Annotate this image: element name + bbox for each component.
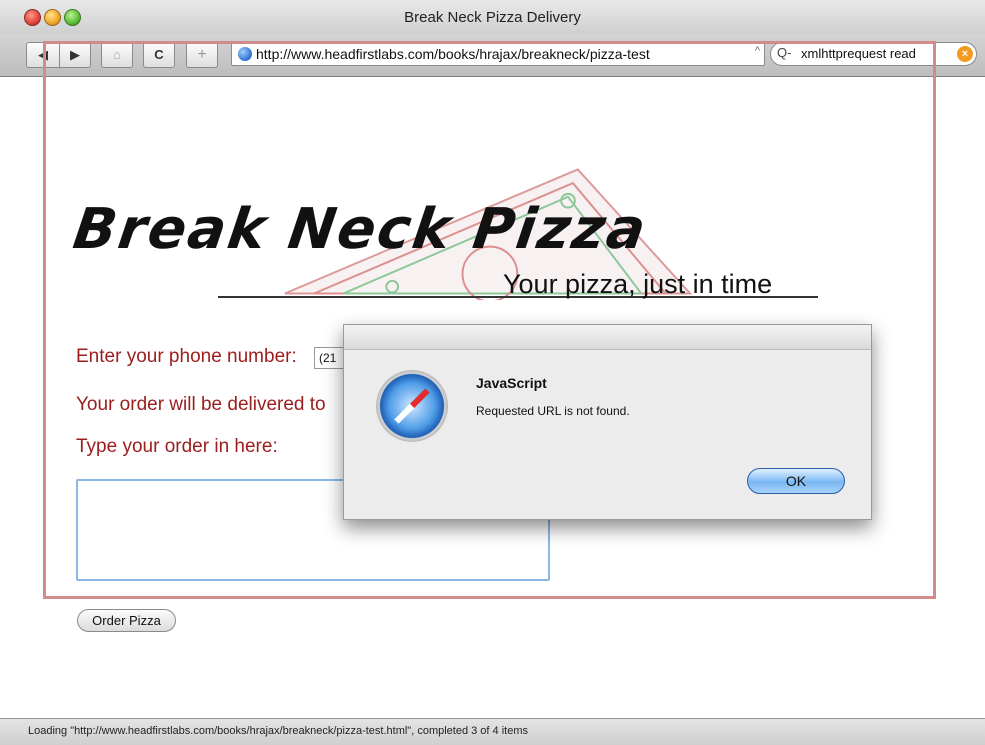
ok-button[interactable]: OK	[747, 468, 845, 494]
order-label: Type your order in here:	[76, 436, 278, 457]
tagline: Your pizza, just in time	[503, 269, 773, 299]
safari-compass-icon	[376, 370, 448, 442]
dialog-message: Requested URL is not found.	[476, 404, 630, 418]
status-bar: Loading "http://www.headfirstlabs.com/bo…	[0, 718, 985, 745]
window-title: Break Neck Pizza Delivery	[404, 9, 581, 26]
search-clear-icon[interactable]: ×	[957, 46, 973, 62]
title-bar: Break Neck Pizza Delivery	[0, 0, 985, 35]
compass-needle	[394, 388, 430, 424]
phone-label: Enter your phone number:	[76, 346, 297, 367]
order-pizza-button[interactable]: Order Pizza	[77, 609, 176, 632]
logo: Break Neck Pizza	[69, 197, 652, 262]
status-text: Loading "http://www.headfirstlabs.com/bo…	[28, 725, 528, 737]
alert-dialog: JavaScript Requested URL is not found. O…	[343, 324, 872, 520]
dialog-header	[344, 325, 871, 350]
delivery-label: Your order will be delivered to	[76, 394, 326, 415]
dialog-title: JavaScript	[476, 375, 547, 391]
